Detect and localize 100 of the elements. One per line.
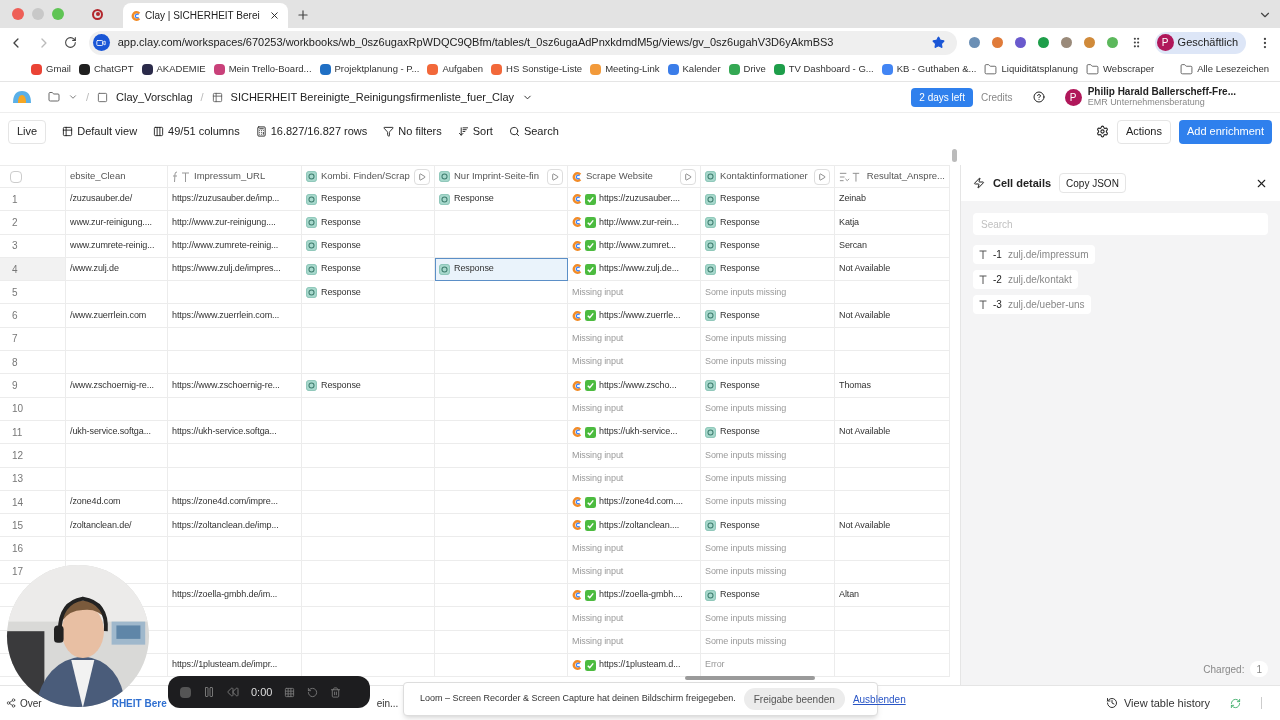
rows-button[interactable]: 16.827/16.827 rows: [270, 123, 368, 140]
url-text: app.clay.com/workspaces/670253/workbooks/wb_0sz6ugaxRpWDQC9QBfm/tables/t_0sz6ugaAdPnxkdmdM5g/views/gv_0sz6ugahV3D6yAkmBS3: [117, 35, 834, 51]
trial-button[interactable]: 2 days left: [911, 87, 973, 107]
add-enrichment-button[interactable]: Add enrichment: [1178, 119, 1272, 144]
table-cell: /zoltanclean.de/: [66, 514, 168, 538]
row-number: 1: [12, 192, 18, 207]
table-cell: https://www.zuerrlein.com...: [168, 304, 302, 328]
table-cell: Some inputs missing: [701, 444, 835, 468]
bookmark[interactable]: Mein Trello-Board...: [210, 58, 315, 80]
mode-dropdown[interactable]: Live: [8, 119, 47, 144]
table-cell: Some inputs missing: [701, 467, 835, 491]
cell-text: http://www.zumret...: [599, 239, 677, 252]
stop-sharing-button[interactable]: Freigabe beenden: [743, 688, 845, 710]
bookmark[interactable]: ChatGPT: [75, 58, 137, 80]
row-number: 10: [12, 402, 24, 417]
search-button[interactable]: Search: [523, 123, 559, 140]
table-cell: Missing input: [568, 281, 701, 305]
table-cell: Some inputs missing: [701, 607, 835, 631]
table-cell: Some inputs missing: [701, 490, 835, 515]
table-cell: Missing input: [568, 467, 701, 491]
column-header[interactable]: Scrape Website: [568, 166, 701, 188]
sort-button[interactable]: Sort: [472, 123, 493, 140]
columns-button[interactable]: 49/51 columns: [168, 123, 240, 140]
item-value: zulj.de/ueber-uns: [1007, 298, 1085, 312]
address-field[interactable]: app.clay.com/workspaces/670253/workbooks/wb_0sz6ugaxRpWDQC9QBfm/tables/t_0sz6ugaAdPnxkdmdM5g/views/gv_0sz6ugahV3D6yAkmBS3: [88, 30, 957, 55]
column-header[interactable]: Kombi. Finden/Scrap: [302, 166, 435, 188]
cell-text: Response: [454, 192, 494, 206]
column-header[interactable]: Resultat_Anspre...: [835, 166, 950, 188]
bookmark[interactable]: KB - Guthaben &...: [878, 58, 980, 80]
row-number: 17: [12, 565, 24, 580]
row-number: 14: [12, 495, 24, 510]
bookmark[interactable]: Aufgaben: [424, 58, 487, 80]
table-cell: Katja: [835, 211, 950, 235]
bookmark[interactable]: Kalender: [664, 58, 724, 80]
cell-text: Response: [321, 262, 361, 276]
table-cell: Missing input: [568, 560, 701, 585]
list-item[interactable]: -3 zulj.de/ueber-uns: [973, 295, 1091, 314]
bookmark[interactable]: Alle Lesezeichen: [1177, 58, 1272, 80]
copy-json-button[interactable]: Copy JSON: [1059, 173, 1126, 193]
table-cell: Missing input: [568, 537, 701, 561]
cell-text: Response: [321, 239, 361, 252]
cell-text: Response: [321, 285, 361, 299]
bookmark[interactable]: Meeting-Link: [587, 58, 663, 80]
bookmark[interactable]: Drive: [725, 58, 769, 80]
bookmark[interactable]: AKADEMIE: [138, 58, 209, 80]
row-number: 15: [12, 518, 24, 533]
browser-tab[interactable]: Clay | SICHERHEIT Berei: [123, 3, 288, 28]
sheet-tab[interactable]: ein...: [376, 695, 399, 711]
list-item[interactable]: -2 zulj.de/kontakt: [973, 270, 1078, 289]
cell-text: https://www.zulj.de...: [599, 262, 679, 276]
item-value: zulj.de/kontakt: [1007, 273, 1072, 287]
column-header[interactable]: Kontaktinformationer: [701, 166, 835, 188]
bookmark[interactable]: Gmail: [28, 58, 74, 80]
table-cell: /www.zulj.de: [66, 257, 168, 282]
hide-link[interactable]: Ausblenden: [852, 691, 906, 707]
user-menu[interactable]: P Philip Harald Ballerscheff-Fre... EMR Unternehmensberatung: [1064, 86, 1268, 108]
table-cell: Some inputs missing: [701, 281, 835, 305]
table-cell: Altan: [835, 584, 950, 608]
cell-text: https://1plusteam.d...: [599, 658, 681, 672]
notification-text: Loom – Screen Recorder & Screen Capture hat deinen Bildschirm freigegeben.: [420, 692, 736, 706]
search-field[interactable]: Search: [973, 213, 1268, 235]
breadcrumb-link[interactable]: SICHERHEIT Bereinigte_Reinigungsfirmenliste_fuer_Clay: [230, 88, 515, 106]
row-number: 11: [12, 425, 23, 440]
list-item[interactable]: -1 zulj.de/impressum: [973, 245, 1095, 264]
table-cell: www.zumrete-reinig...: [66, 234, 168, 258]
profile-avatar: P: [1156, 34, 1174, 51]
cell-text: Response: [720, 518, 760, 532]
cell-text: Response: [454, 262, 494, 276]
cell-text: Response: [720, 192, 760, 206]
bookmark[interactable]: HS Sonstige-Liste: [488, 58, 586, 80]
cell-text: Response: [720, 378, 760, 392]
item-index: -2: [993, 273, 1002, 287]
profile-button[interactable]: P Geschäftlich: [1154, 31, 1247, 54]
bookmark[interactable]: Liquiditätsplanung: [981, 58, 1082, 80]
column-header[interactable]: ebsite_Clean: [66, 166, 168, 188]
column-header[interactable]: Nur Imprint-Seite-fin: [435, 166, 568, 188]
filters-button[interactable]: No filters: [398, 123, 442, 140]
view-dropdown[interactable]: Default view: [77, 123, 138, 140]
actions-dropdown[interactable]: Actions: [1116, 119, 1171, 144]
table-cell: /ukh-service.softga...: [66, 420, 168, 445]
bookmark[interactable]: TV Dashboard - G...: [770, 58, 877, 80]
sheet-tab[interactable]: Over: [20, 695, 42, 711]
table-cell: Missing input: [568, 630, 701, 654]
sheet-tab[interactable]: RHEIT Bere: [111, 695, 167, 711]
recording-time: 0:00: [251, 684, 273, 700]
bookmark[interactable]: Projektplanung - P...: [316, 58, 423, 80]
row-number: 6: [12, 309, 18, 324]
history-button[interactable]: View table history: [1124, 694, 1210, 712]
credits-button[interactable]: Credits: [980, 89, 1013, 105]
column-header[interactable]: Impressum_URL: [168, 166, 302, 188]
table-cell: https://zoella-gmbh.de/im...: [168, 584, 302, 608]
table-cell: Missing input: [568, 351, 701, 375]
row-number: 16: [12, 542, 24, 557]
cell-text: Response: [720, 308, 760, 322]
table-cell: Some inputs missing: [701, 560, 835, 585]
bookmark[interactable]: Webscraper: [1083, 58, 1158, 80]
breadcrumb-link[interactable]: Clay_Vorschlag: [116, 88, 193, 106]
cell-text: https://zoella-gmbh....: [599, 588, 683, 602]
cell-text: Response: [720, 239, 760, 252]
cell-text: Response: [321, 192, 361, 206]
